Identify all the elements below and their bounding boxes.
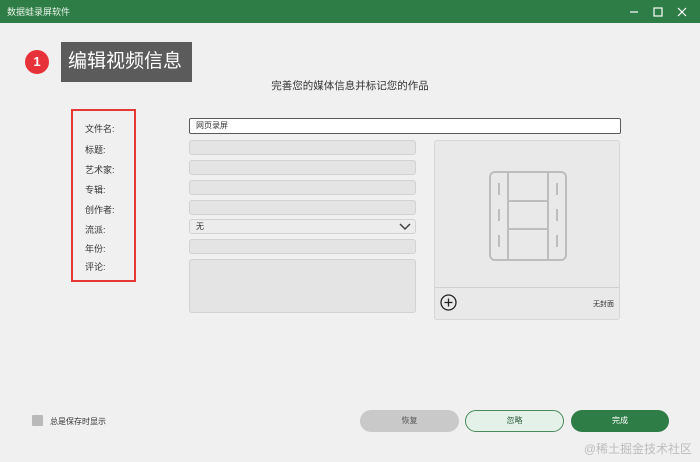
dialog-subtitle: 完善您的媒体信息并标记您的作品	[271, 80, 429, 92]
done-button[interactable]: 完成	[571, 410, 669, 432]
genre-label: 流派:	[85, 225, 106, 235]
filename-value: 网页录屏	[196, 121, 228, 130]
year-input[interactable]	[189, 239, 416, 254]
step-callout: 编辑视频信息	[61, 42, 192, 82]
no-cover-label: 无封面	[593, 301, 614, 308]
album-input[interactable]	[189, 180, 416, 195]
cover-panel: 无封面	[434, 140, 620, 320]
reset-button[interactable]: 恢复	[360, 410, 459, 432]
title-label: 标题:	[85, 145, 106, 155]
close-button[interactable]	[670, 0, 694, 23]
comment-textarea[interactable]	[189, 259, 416, 313]
cover-divider	[435, 287, 619, 288]
maximize-button[interactable]	[646, 0, 670, 23]
ignore-button[interactable]: 忽略	[465, 410, 564, 432]
year-label: 年份:	[85, 244, 106, 254]
filename-label: 文件名:	[85, 124, 115, 134]
artist-input[interactable]	[189, 160, 416, 175]
genre-value: 无	[196, 222, 204, 231]
window-title: 数据蛙录屏软件	[7, 7, 71, 17]
album-label: 专辑:	[85, 185, 106, 195]
step-number-badge: 1	[25, 50, 49, 74]
always-show-checkbox[interactable]	[32, 415, 43, 426]
comment-label: 评论:	[85, 262, 106, 272]
minimize-icon	[630, 10, 638, 13]
creator-label: 创作者:	[85, 205, 115, 215]
filename-input[interactable]: 网页录屏	[189, 118, 621, 134]
title-bar: 数据蛙录屏软件	[0, 0, 700, 23]
watermark: @稀土掘金技术社区	[583, 442, 692, 456]
always-show-label: 总是保存时显示	[50, 417, 106, 426]
film-strip-icon	[489, 171, 567, 261]
genre-select[interactable]: 无	[189, 219, 416, 234]
artist-label: 艺术家:	[85, 165, 115, 175]
plus-circle-icon[interactable]	[440, 294, 457, 311]
creator-input[interactable]	[189, 200, 416, 215]
chevron-down-icon	[399, 223, 411, 231]
title-input[interactable]	[189, 140, 416, 155]
close-icon	[677, 7, 687, 16]
maximize-icon	[653, 6, 663, 17]
minimize-button[interactable]	[622, 0, 646, 23]
